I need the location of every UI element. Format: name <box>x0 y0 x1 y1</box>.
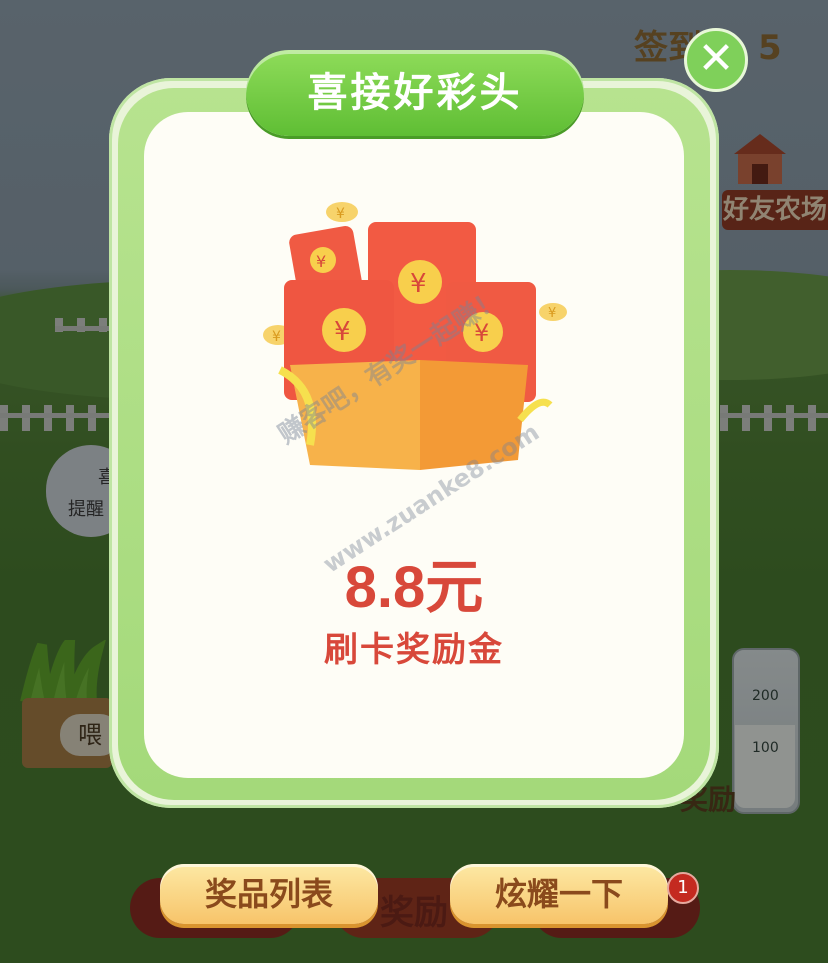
close-button[interactable]: ✕ <box>684 28 748 92</box>
show-off-button[interactable]: 炫耀一下 <box>450 864 668 924</box>
modal-title: 喜接好彩头 <box>246 50 584 136</box>
reward-type-label: 刷卡奖励金 <box>324 630 504 670</box>
show-off-label: 炫耀一下 <box>494 875 623 913</box>
prize-list-label: 奖品列表 <box>204 875 333 913</box>
prize-list-button[interactable]: 奖品列表 <box>160 864 378 924</box>
svg-text:¥: ¥ <box>336 206 345 222</box>
svg-text:¥: ¥ <box>334 317 351 347</box>
svg-text:¥: ¥ <box>548 306 556 321</box>
notification-badge: 1 <box>667 872 699 904</box>
close-icon: ✕ <box>697 33 735 84</box>
svg-text:¥: ¥ <box>316 252 326 271</box>
svg-text:¥: ¥ <box>410 269 427 299</box>
svg-text:¥: ¥ <box>272 329 281 345</box>
reward-amount: 8.8元 <box>344 555 484 620</box>
